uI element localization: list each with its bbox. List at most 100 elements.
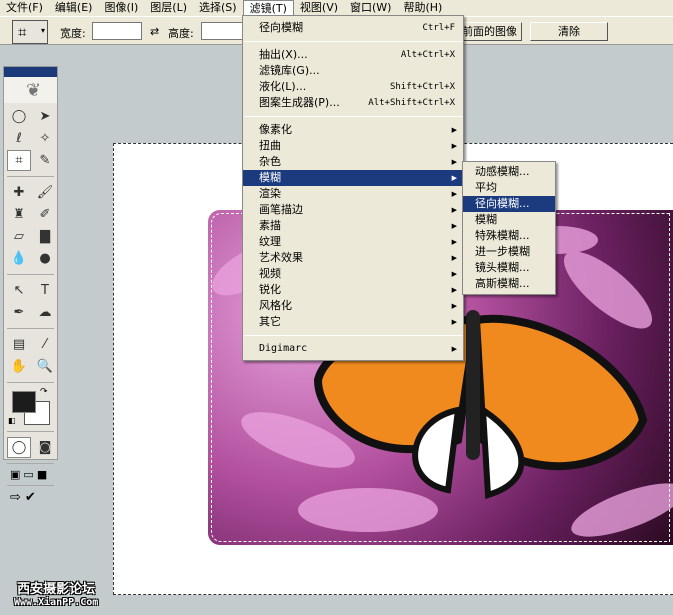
screen-mode-menu-icon[interactable]: ▭: [23, 468, 33, 481]
screen-mode-full-icon[interactable]: ■: [37, 468, 47, 481]
menu-item-pattern-maker[interactable]: 图案生成器(P)... Alt+Shift+Ctrl+X: [243, 95, 463, 111]
screen-mode-standard-icon[interactable]: ▣: [10, 468, 20, 481]
toolbox-titlebar[interactable]: [4, 67, 57, 77]
hand-tool-icon[interactable]: ✋: [7, 356, 31, 377]
item-label: 动感模糊...: [475, 165, 530, 178]
swap-colors-icon[interactable]: ↷: [40, 387, 48, 397]
menu-view[interactable]: 视图(V): [294, 0, 344, 16]
menu-item-filter-category[interactable]: 像素化 ▶: [243, 122, 463, 138]
menu-item-filter-category[interactable]: 艺术效果 ▶: [243, 250, 463, 266]
quick-mask-icon[interactable]: ◙: [33, 437, 57, 458]
healing-brush-icon[interactable]: ✚: [7, 182, 31, 203]
menu-item-filter-category[interactable]: 画笔描边 ▶: [243, 202, 463, 218]
item-label: 画笔描边: [259, 203, 303, 216]
menu-item-last-filter[interactable]: 径向模糊 Ctrl+F: [243, 20, 463, 36]
blur-submenu-item[interactable]: 模糊: [463, 212, 555, 228]
item-label: 其它: [259, 315, 281, 328]
zoom-tool-icon[interactable]: 🔍: [33, 356, 57, 377]
blur-submenu-item[interactable]: 径向模糊...: [463, 196, 555, 212]
menu-filter[interactable]: 滤镜(T): [242, 0, 294, 16]
path-select-icon[interactable]: ↖: [7, 280, 31, 301]
blur-tool-icon[interactable]: 💧: [7, 248, 31, 269]
height-label: 高度:: [168, 27, 194, 40]
menu-item-filter-category[interactable]: 风格化 ▶: [243, 298, 463, 314]
clear-button[interactable]: 清除: [530, 22, 608, 41]
default-colors-icon[interactable]: ◧: [8, 416, 16, 425]
width-input[interactable]: [92, 22, 142, 40]
foreground-color-swatch[interactable]: [12, 391, 36, 413]
menu-edit[interactable]: 编辑(E): [49, 0, 99, 16]
watermark-url: Www.XianPP.Com: [14, 597, 99, 608]
item-label: 素描: [259, 219, 281, 232]
item-label: Digimarc: [259, 343, 308, 354]
blur-submenu-item[interactable]: 进一步模糊: [463, 244, 555, 260]
submenu-arrow-icon: ▶: [451, 302, 457, 310]
menu-item-filter-category[interactable]: 纹理 ▶: [243, 234, 463, 250]
submenu-arrow-icon: ▶: [451, 254, 457, 262]
shortcut: Alt+Shift+Ctrl+X: [368, 98, 455, 108]
eraser-tool-icon[interactable]: ▱: [7, 226, 31, 247]
shape-tool-icon[interactable]: ☁: [33, 302, 57, 323]
item-label: 滤镜库(G)...: [259, 64, 320, 77]
filter-menu: 径向模糊 Ctrl+F 抽出(X)... Alt+Ctrl+X 滤镜库(G)... …: [242, 15, 464, 361]
menu-item-filter-category[interactable]: 素描 ▶: [243, 218, 463, 234]
brush-tool-icon[interactable]: 🖌: [33, 182, 57, 203]
eyedropper-icon[interactable]: ⁄: [33, 334, 57, 355]
standard-mode-icon[interactable]: ◯: [7, 437, 31, 458]
gradient-tool-icon[interactable]: ▇: [33, 226, 57, 247]
stamp-tool-icon[interactable]: ♜: [7, 204, 31, 225]
menu-item-filter-category[interactable]: 杂色 ▶: [243, 154, 463, 170]
menu-item-filter-category[interactable]: 视频 ▶: [243, 266, 463, 282]
chevron-down-icon: ▾: [40, 26, 45, 35]
checkmark-icon[interactable]: ✔: [25, 490, 36, 505]
history-brush-icon[interactable]: ✐: [33, 204, 57, 225]
blur-submenu-item[interactable]: 高斯模糊...: [463, 276, 555, 292]
magic-wand-icon[interactable]: ✧: [33, 128, 57, 149]
swap-icon[interactable]: ⇄: [150, 25, 159, 38]
menu-image[interactable]: 图像(I): [98, 0, 144, 16]
move-tool-icon[interactable]: ➤: [33, 106, 57, 127]
item-label: 特殊模糊...: [475, 229, 530, 242]
type-tool-icon[interactable]: T: [33, 280, 57, 301]
item-label: 进一步模糊: [475, 245, 530, 258]
submenu-arrow-icon: ▶: [451, 286, 457, 294]
lasso-tool-icon[interactable]: ℓ: [7, 128, 31, 149]
menu-item-digimarc[interactable]: Digimarc ▶: [243, 341, 463, 357]
blur-submenu-item[interactable]: 镜头模糊...: [463, 260, 555, 276]
imageready-icon[interactable]: ⇨: [10, 490, 21, 505]
blur-submenu-item[interactable]: 平均: [463, 180, 555, 196]
blur-submenu: 动感模糊... 平均 径向模糊... 模糊 特殊模糊... 进一步模糊镜头模糊... 高斯模…: [462, 161, 556, 295]
item-label: 像素化: [259, 123, 292, 136]
menu-item-filter-category[interactable]: 模糊 ▶: [243, 170, 463, 186]
jump-to-imageready: ⇨ ✔: [4, 488, 57, 507]
front-image-button[interactable]: 前面的图像: [458, 22, 522, 41]
menu-item-filter-category[interactable]: 渲染 ▶: [243, 186, 463, 202]
item-label: 视频: [259, 267, 281, 280]
menu-item-filter-category[interactable]: 其它 ▶: [243, 314, 463, 330]
submenu-arrow-icon: ▶: [451, 270, 457, 278]
menu-file[interactable]: 文件(F): [0, 0, 49, 16]
notes-tool-icon[interactable]: ▤: [7, 334, 31, 355]
height-input[interactable]: [201, 22, 246, 40]
blur-submenu-item[interactable]: 特殊模糊...: [463, 228, 555, 244]
menu-item-liquify[interactable]: 液化(L)... Shift+Ctrl+X: [243, 79, 463, 95]
marquee-tool-icon[interactable]: ◯: [7, 106, 31, 127]
menu-item-extract[interactable]: 抽出(X)... Alt+Ctrl+X: [243, 47, 463, 63]
feather-logo[interactable]: ❦: [4, 77, 57, 103]
pen-tool-icon[interactable]: ✒: [7, 302, 31, 323]
slice-tool-icon[interactable]: ✎: [33, 150, 57, 171]
blur-submenu-item[interactable]: 动感模糊...: [463, 164, 555, 180]
menu-window[interactable]: 窗口(W): [344, 0, 397, 16]
dodge-tool-icon[interactable]: ●: [33, 248, 57, 269]
item-label: 图案生成器(P)...: [259, 96, 340, 109]
shortcut: Alt+Ctrl+X: [400, 50, 455, 60]
menu-help[interactable]: 帮助(H): [397, 0, 448, 16]
menu-item-filter-category[interactable]: 扭曲 ▶: [243, 138, 463, 154]
crop-tool-icon[interactable]: ⌗: [7, 150, 31, 171]
menu-item-filter-gallery[interactable]: 滤镜库(G)...: [243, 63, 463, 79]
menu-select[interactable]: 选择(S): [193, 0, 243, 16]
tool-preset-picker[interactable]: ⌗ ▾: [12, 20, 48, 44]
submenu-arrow-icon: ▶: [451, 222, 457, 230]
menu-item-filter-category[interactable]: 锐化 ▶: [243, 282, 463, 298]
menu-layer[interactable]: 图层(L): [144, 0, 193, 16]
